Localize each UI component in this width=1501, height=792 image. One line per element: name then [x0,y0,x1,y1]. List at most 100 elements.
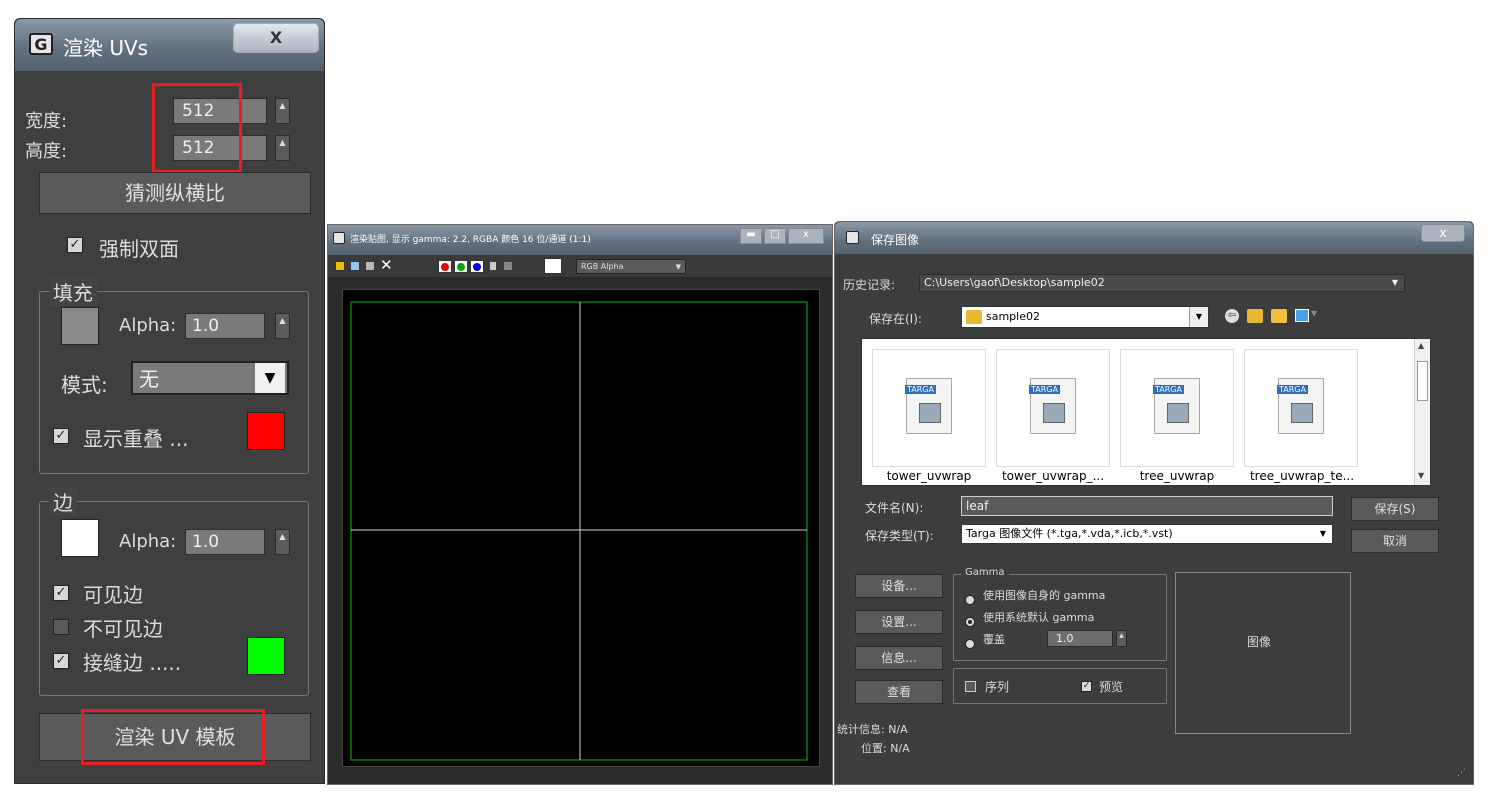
edge-alpha-label: Alpha: [119,531,177,552]
file-item[interactable]: TARGA [872,349,986,467]
render-canvas[interactable] [342,289,820,767]
spin-up-icon: ▲ [279,316,286,325]
close-button[interactable]: x [1421,224,1465,242]
chevron-down-icon: ▼ [675,263,681,271]
save-in-value: sample02 [986,310,1040,323]
history-dropdown[interactable]: C:\Users\gaof\Desktop\sample02 ▼ [919,274,1405,292]
close-button[interactable]: x [788,228,824,244]
info-button[interactable]: 信息... [855,646,943,670]
clear-icon[interactable]: ✕ [380,256,393,274]
file-item[interactable]: TARGA [1244,349,1358,467]
channel-dropdown[interactable]: RGB Alpha ▼ [576,259,686,274]
targa-badge: TARGA [1277,385,1308,394]
green-channel-button[interactable] [454,260,468,273]
render-uvs-title: 渲染 UVs [63,36,149,60]
view-menu-arrow-icon[interactable]: ▼ [1311,309,1317,318]
save-icon[interactable] [335,261,345,271]
app-logo-icon [846,231,859,244]
render-frame-titlebar[interactable]: 渲染贴图, 显示 gamma: 2.2, RGBA 颜色 16 位/通道 (1:… [328,225,832,255]
gamma-group-label: Gamma [961,567,1009,578]
spin-up-icon: ▲ [279,138,286,147]
targa-file-icon: TARGA [1153,378,1200,434]
gamma-override-spinner[interactable]: ▲ [1116,630,1127,647]
close-icon: x [803,229,809,240]
gamma-override-input[interactable]: 1.0 [1047,630,1113,647]
new-folder-icon[interactable] [1271,309,1287,323]
fill-group-label: 填充 [49,277,97,306]
show-overlap-checkbox[interactable]: ✓ [53,428,69,444]
color-swatch[interactable] [544,258,562,274]
back-icon[interactable]: ⇦ [1225,309,1239,323]
seam-color-swatch[interactable] [247,637,285,675]
close-icon: X [269,28,283,47]
edge-color-swatch[interactable] [61,519,99,557]
edge-alpha-input[interactable]: 1.0 [185,529,265,555]
render-button-highlight-box [81,709,265,765]
chevron-down-icon: ▼ [255,363,285,393]
width-spinner[interactable]: ▲ [275,98,290,124]
print-icon[interactable] [365,261,375,271]
maximize-button[interactable]: □ [764,228,786,244]
minimize-icon: ▬ [746,229,756,240]
save-in-dropdown[interactable]: sample02 ▼ [961,306,1209,328]
blue-channel-button[interactable] [470,260,484,273]
render-uvs-titlebar[interactable]: G 渲染 UVs X [15,19,324,71]
file-list[interactable]: TARGA tower_uvwrap TARGA tower_uvwrap_..… [861,338,1431,486]
save-in-label: 保存在(I): [869,312,922,326]
maximize-icon: □ [770,229,780,240]
app-logo-icon [333,232,345,244]
file-item[interactable]: TARGA [996,349,1110,467]
view-button[interactable]: 查看 [855,680,943,704]
history-label: 历史记录: [843,278,896,292]
filename-label: 文件名(N): [865,501,924,515]
gamma-override-radio[interactable] [965,634,975,653]
seam-edges-checkbox[interactable]: ✓ [53,653,69,669]
fill-color-swatch[interactable] [61,307,99,345]
chevron-down-icon: ▼ [1189,307,1208,327]
targa-file-icon: TARGA [1277,378,1324,434]
up-folder-icon[interactable] [1247,309,1263,323]
save-button[interactable]: 保存(S) [1351,497,1439,521]
fill-alpha-input[interactable]: 1.0 [185,313,265,339]
invisible-edges-checkbox[interactable] [53,619,69,635]
edge-group-label: 边 [49,487,77,516]
red-channel-button[interactable] [438,260,452,273]
view-menu-icon[interactable] [1295,309,1309,322]
targa-badge: TARGA [1153,385,1184,394]
visible-edges-checkbox[interactable]: ✓ [53,585,69,601]
save-image-titlebar[interactable]: 保存图像 x [835,222,1473,254]
sequence-label: 序列 [985,680,1010,694]
filetype-dropdown[interactable]: Targa 图像文件 (*.tga,*.vda,*.icb,*.vst) ▼ [961,524,1333,544]
overlap-color-swatch[interactable] [247,412,285,450]
file-item[interactable]: TARGA [1120,349,1234,467]
copy-icon[interactable] [350,261,360,271]
seam-edges-label: 接缝边 ..... [83,651,182,675]
scroll-thumb[interactable] [1417,361,1428,401]
cancel-button[interactable]: 取消 [1351,529,1439,553]
mode-dropdown[interactable]: 无 ▼ [131,361,289,395]
render-frame-window: 渲染贴图, 显示 gamma: 2.2, RGBA 颜色 16 位/通道 (1:… [327,224,833,785]
minimize-button[interactable]: ▬ [740,228,762,244]
alpha-channel-icon[interactable] [490,262,496,270]
preview-checkbox[interactable]: ✓ [1081,681,1092,692]
filename-input[interactable]: leaf [961,496,1333,516]
sequence-checkbox[interactable] [965,681,976,692]
edge-alpha-spinner[interactable]: ▲ [275,529,290,555]
image-preview-label: 图像 [1247,635,1272,649]
gamma-system-radio[interactable] [965,612,975,631]
fill-alpha-spinner[interactable]: ▲ [275,313,290,339]
mode-label: 模式: [61,373,108,397]
uv-border [350,301,808,761]
resize-grip-icon[interactable]: ⋰ [1457,768,1466,778]
height-spinner[interactable]: ▲ [275,135,290,161]
render-frame-title: 渲染贴图, 显示 gamma: 2.2, RGBA 颜色 16 位/通道 (1:… [350,235,591,245]
file-list-scrollbar[interactable]: ▲ ▼ [1414,339,1430,485]
force-two-sided-checkbox[interactable]: ✓ [67,237,83,253]
close-button[interactable]: X [233,23,319,53]
guess-aspect-button[interactable]: 猜测纵横比 [39,172,311,214]
targa-badge: TARGA [1029,385,1060,394]
setup-button[interactable]: 设置... [855,610,943,634]
mono-channel-icon[interactable] [504,262,512,270]
devices-button[interactable]: 设备... [855,574,943,598]
gamma-own-radio[interactable] [965,590,975,609]
